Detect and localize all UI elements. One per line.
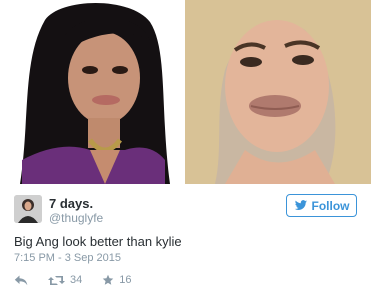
like-button[interactable]: 16 xyxy=(102,274,132,286)
avatar[interactable] xyxy=(14,195,42,223)
display-name[interactable]: 7 days. xyxy=(49,196,93,211)
reply-button[interactable] xyxy=(14,275,28,286)
tweet-actions: 34 16 xyxy=(14,272,132,288)
retweet-icon xyxy=(48,275,65,285)
portrait-left-image xyxy=(0,0,183,184)
tweet-card: 7 days. @thuglyfe Follow Big Ang look be… xyxy=(0,184,371,297)
follow-button[interactable]: Follow xyxy=(286,194,357,217)
follow-label: Follow xyxy=(311,198,350,213)
like-count: 16 xyxy=(119,274,132,286)
portrait-right-image xyxy=(185,0,371,184)
twitter-bird-icon xyxy=(294,200,307,210)
user-handle[interactable]: @thuglyfe xyxy=(49,211,103,225)
retweet-button[interactable]: 34 xyxy=(48,274,82,286)
reply-icon xyxy=(14,275,28,285)
photo-right[interactable] xyxy=(185,0,371,184)
retweet-count: 34 xyxy=(70,274,83,286)
photo-grid xyxy=(0,0,371,184)
photo-left[interactable] xyxy=(0,0,183,184)
tweet-timestamp[interactable]: 7:15 PM - 3 Sep 2015 xyxy=(14,252,121,264)
tweet-text: Big Ang look better than kylie xyxy=(14,234,182,249)
star-icon xyxy=(103,274,114,285)
